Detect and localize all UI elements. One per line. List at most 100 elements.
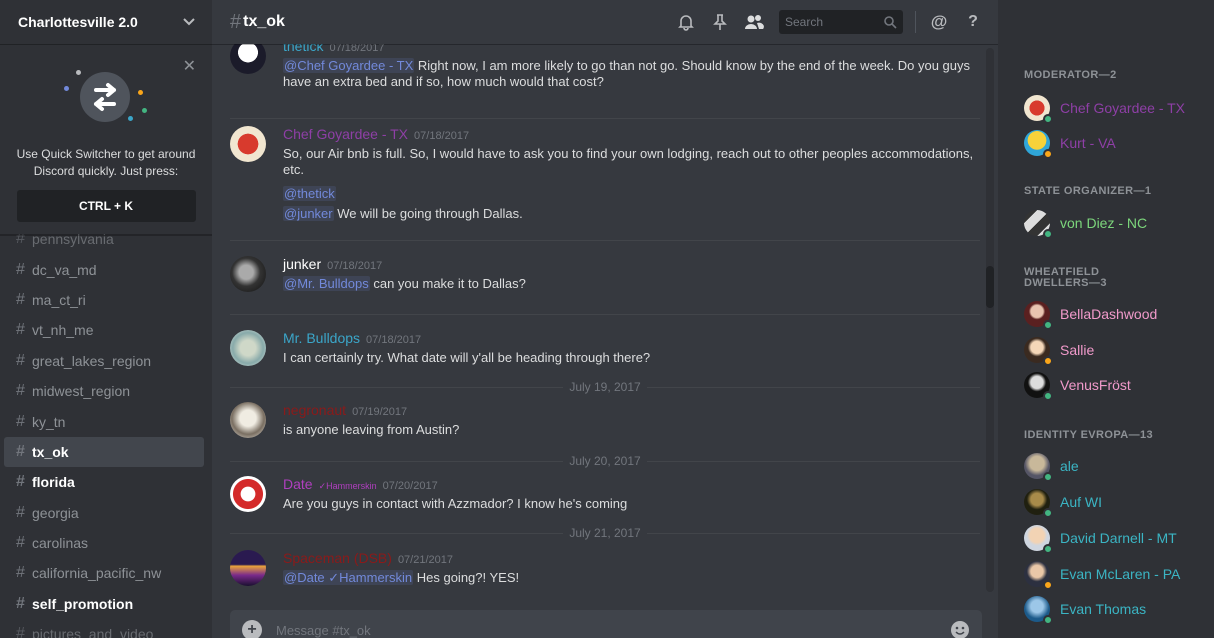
channel-label: georgia xyxy=(32,504,79,521)
channel-great-lakes-region[interactable]: # great_lakes_region xyxy=(4,346,204,376)
message-text: @Chef Goyardee - TX Right now, I am more… xyxy=(283,58,980,90)
message-author[interactable]: Spaceman (DSB) xyxy=(283,550,392,566)
member-item[interactable]: Auf WI xyxy=(1024,486,1102,518)
member-list: MODERATOR—2 Chef Goyardee - TX Kurt - VA ST… xyxy=(998,0,1214,638)
hash-icon: # xyxy=(16,625,25,638)
search-placeholder: Search xyxy=(785,15,824,29)
user-mention[interactable]: @Mr. Bulldops xyxy=(283,276,370,291)
hash-icon: # xyxy=(16,290,25,308)
message-timestamp: 07/19/2017 xyxy=(352,406,408,418)
member-item[interactable]: David Darnell - MT xyxy=(1024,522,1177,554)
message-content: Hes going?! YES! xyxy=(413,570,520,585)
channel-label: pictures_and_video xyxy=(32,626,154,638)
user-mention[interactable]: @Date ✓Hammerskin xyxy=(283,570,414,585)
date-divider: July 21, 2017 xyxy=(230,526,981,540)
help-icon[interactable]: ? xyxy=(962,11,984,33)
avatar[interactable] xyxy=(230,256,266,292)
hash-icon: # xyxy=(16,442,25,460)
channel-vt-nh-me[interactable]: # vt_nh_me xyxy=(4,315,204,345)
channel-list: # pennsylvania # dc_va_md # ma_ct_ri # vt_nh_me… xyxy=(0,224,212,638)
channel-florida[interactable]: # florida xyxy=(4,467,204,497)
member-item[interactable]: Kurt - VA xyxy=(1024,127,1116,159)
member-item[interactable]: Chef Goyardee - TX xyxy=(1024,92,1185,124)
search-input[interactable]: Search xyxy=(779,10,903,34)
channel-label: dc_va_md xyxy=(32,261,97,278)
message-author[interactable]: Chef Goyardee - TX xyxy=(283,126,408,142)
member-item[interactable]: von Diez - NC xyxy=(1024,207,1147,239)
status-indicator xyxy=(1043,149,1053,159)
channel-label: midwest_region xyxy=(32,383,131,400)
pin-icon[interactable] xyxy=(709,11,731,33)
scrollbar-track[interactable] xyxy=(986,48,994,592)
channel-header: # tx_ok Search @ ? xyxy=(212,0,998,44)
hash-icon: # xyxy=(230,10,242,33)
avatar[interactable] xyxy=(230,476,266,512)
channel-ky-tn[interactable]: # ky_tn xyxy=(4,406,204,436)
channel-label: ky_tn xyxy=(32,413,66,430)
channel-label: ma_ct_ri xyxy=(32,291,86,308)
channel-dc-va-md[interactable]: # dc_va_md xyxy=(4,254,204,284)
user-mention[interactable]: @thetick xyxy=(283,186,336,201)
avatar[interactable] xyxy=(230,550,266,586)
message-author[interactable]: negronaut xyxy=(283,402,346,418)
avatar[interactable] xyxy=(230,402,266,438)
channel-ma-ct-ri[interactable]: # ma_ct_ri xyxy=(4,285,204,315)
channel-pictures-and-video[interactable]: # pictures_and_video xyxy=(4,619,204,638)
avatar xyxy=(1024,489,1053,518)
member-item[interactable]: BellaDashwood xyxy=(1024,298,1157,330)
scrollbar-thumb[interactable] xyxy=(986,266,994,308)
member-item[interactable]: VenusFröst xyxy=(1024,369,1131,401)
message-author[interactable]: Date xyxy=(283,476,313,492)
message-text: is anyone leaving from Austin? xyxy=(283,422,980,438)
quick-switcher-text: Use Quick Switcher to get around Discord… xyxy=(16,147,196,178)
user-mention[interactable]: @Chef Goyardee - TX xyxy=(283,58,415,73)
channel-carolinas[interactable]: # carolinas xyxy=(4,528,204,558)
channel-label: self_promotion xyxy=(32,595,134,612)
message-text: So, our Air bnb is full. So, I would hav… xyxy=(283,146,980,178)
avatar xyxy=(1024,95,1053,124)
avatar[interactable] xyxy=(230,126,266,162)
channel-tx-ok[interactable]: # tx_ok xyxy=(4,436,204,468)
avatar[interactable] xyxy=(230,330,266,366)
channel-label: great_lakes_region xyxy=(32,352,152,369)
message: thetick 07/18/2017 @Chef Goyardee - TX Rig… xyxy=(230,44,980,90)
hash-icon: # xyxy=(16,412,25,430)
avatar xyxy=(1024,210,1053,239)
date-divider: July 19, 2017 xyxy=(230,380,981,394)
member-item[interactable]: Evan McLaren - PA xyxy=(1024,558,1180,590)
message-author[interactable]: junker xyxy=(283,256,321,272)
avatar[interactable] xyxy=(230,44,266,74)
member-name: David Darnell - MT xyxy=(1060,530,1177,546)
status-indicator xyxy=(1043,544,1053,554)
channel-midwest-region[interactable]: # midwest_region xyxy=(4,376,204,406)
channel-california-pacific-nw[interactable]: # california_pacific_nw xyxy=(4,558,204,588)
hash-icon: # xyxy=(16,382,25,400)
upload-plus-icon[interactable]: + xyxy=(242,620,262,638)
member-group-header: MODERATOR—2 xyxy=(1024,69,1117,81)
user-mention[interactable]: @junker xyxy=(283,206,334,221)
hash-icon: # xyxy=(16,321,25,339)
shortcut-button[interactable]: CTRL + K xyxy=(16,190,196,222)
message-text: @Date ✓Hammerskin Hes going?! YES! xyxy=(283,570,980,586)
member-item[interactable]: ale xyxy=(1024,450,1079,482)
hash-icon: # xyxy=(16,503,25,521)
quick-switcher-tip: ✕ Use Quick Switcher to get around Disco… xyxy=(0,44,212,234)
message-composer[interactable]: + Message #tx_ok xyxy=(230,610,982,638)
composer-placeholder: Message #tx_ok xyxy=(276,622,371,638)
close-icon[interactable]: ✕ xyxy=(183,56,196,76)
member-item[interactable]: Sallie xyxy=(1024,334,1094,366)
member-item[interactable]: Evan Thomas xyxy=(1024,593,1146,625)
message-text: Are you guys in contact with Azzmador? I… xyxy=(283,496,980,512)
message-author[interactable]: Mr. Bulldops xyxy=(283,330,360,346)
message: Chef Goyardee - TX 07/18/2017 So, our Air … xyxy=(230,126,980,222)
server-header[interactable]: Charlottesville 2.0 xyxy=(0,0,212,44)
hash-icon: # xyxy=(16,260,25,278)
hash-icon: # xyxy=(16,564,25,582)
emoji-icon[interactable] xyxy=(950,620,970,638)
channel-self-promotion[interactable]: # self_promotion xyxy=(4,589,204,619)
message-author[interactable]: thetick xyxy=(283,44,323,54)
bell-icon[interactable] xyxy=(675,11,697,33)
channel-georgia[interactable]: # georgia xyxy=(4,498,204,528)
mention-icon[interactable]: @ xyxy=(928,11,950,33)
members-icon[interactable] xyxy=(743,11,765,33)
